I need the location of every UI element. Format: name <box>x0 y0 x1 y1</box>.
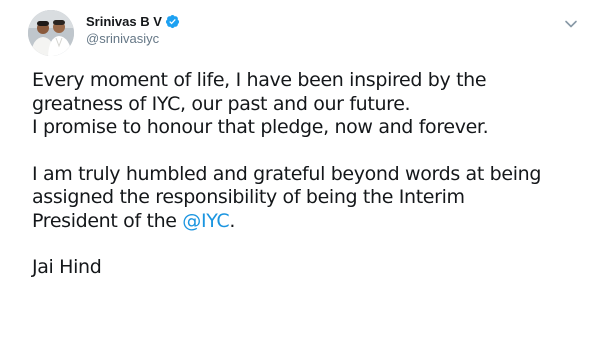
tweet-line-text: President of the <box>32 209 183 232</box>
tweet-line: Every moment of life, I have been inspir… <box>32 69 487 91</box>
author-display-name[interactable]: Srinivas B V <box>86 14 162 29</box>
author-name-row: Srinivas B V <box>86 12 180 30</box>
avatar-photo-icon <box>28 10 74 56</box>
avatar[interactable] <box>28 10 74 56</box>
tweet-line: Jai Hind <box>32 256 102 278</box>
tweet-line: I promise to honour that pledge, now and… <box>32 116 489 138</box>
mention-link[interactable]: @IYC <box>182 210 229 232</box>
tweet-line-text: . <box>229 209 236 232</box>
verified-badge-icon <box>165 14 180 29</box>
author-handle[interactable]: @srinivasiyc <box>86 31 180 46</box>
tweet-text: Every moment of life, I have been inspir… <box>32 69 580 280</box>
tweet-card: Srinivas B V @srinivasiyc Every moment o… <box>0 0 600 338</box>
tweet-line: I am truly humbled and grateful beyond w… <box>32 162 542 185</box>
tweet-line: greatness of IYC, our past and our futur… <box>32 92 411 115</box>
tweet-header: Srinivas B V @srinivasiyc <box>86 12 180 46</box>
tweet-line: President of the @IYC. <box>32 210 580 234</box>
tweet-line: assigned the responsibility of being the… <box>32 186 465 208</box>
chevron-down-icon[interactable] <box>564 16 578 28</box>
